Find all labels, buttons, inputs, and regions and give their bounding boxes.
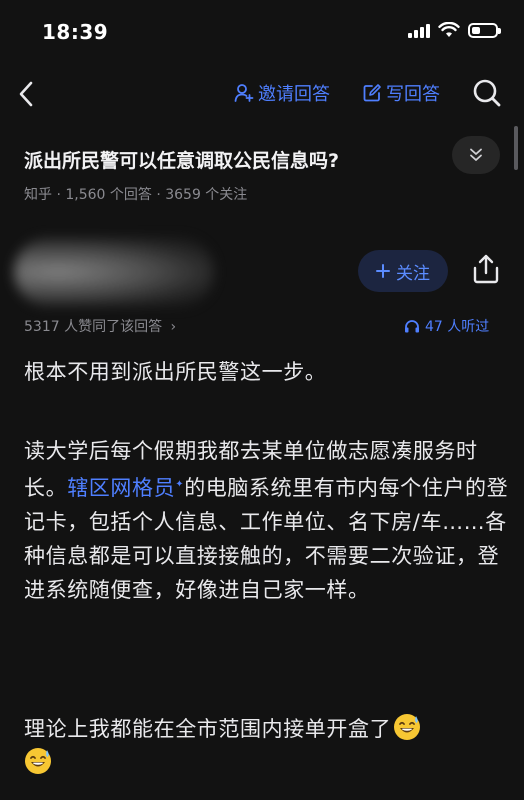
- follow-label: 关注: [396, 263, 430, 284]
- scrollbar[interactable]: [514, 126, 518, 170]
- signal-icon: [408, 22, 430, 38]
- grid-worker-link-text: 辖区网格员: [67, 476, 176, 500]
- write-answer-button[interactable]: 写回答: [362, 80, 440, 106]
- agree-count[interactable]: 5317 人赞同了该回答 ›: [24, 316, 176, 336]
- status-icons: [408, 22, 501, 38]
- author-avatar[interactable]: [14, 238, 214, 306]
- back-button[interactable]: [18, 78, 46, 110]
- share-button[interactable]: [472, 254, 502, 286]
- sweat-smile-emoji-icon: [25, 748, 51, 774]
- answer-paragraph-1: 根本不用到派出所民警这一步。: [24, 360, 327, 384]
- chevron-left-icon: [19, 81, 33, 107]
- sweat-smile-emoji-icon: [394, 714, 421, 740]
- headphones-icon: [405, 320, 419, 333]
- answer-text: 理论上我都能在全市范围内接单开盒了: [24, 717, 392, 741]
- listen-button[interactable]: 47 人听过: [404, 316, 489, 336]
- follow-button[interactable]: 关注: [358, 250, 448, 292]
- person-add-icon: [234, 84, 254, 102]
- sparkle-icon: ✦: [175, 479, 185, 490]
- wifi-icon: [438, 22, 460, 37]
- question-meta: 知乎 · 1,560 个回答 · 3659 个关注: [24, 187, 248, 203]
- agree-text: 5317 人赞同了该回答: [24, 319, 163, 335]
- write-answer-label: 写回答: [386, 84, 440, 105]
- question-title[interactable]: 派出所民警可以任意调取公民信息吗?: [24, 146, 339, 173]
- grid-worker-link[interactable]: 辖区网格员✦: [67, 476, 184, 500]
- answer-paragraph-3: 理论上我都能在全市范围内接单开盒了: [24, 712, 510, 780]
- answer-paragraph-2: 读大学后每个假期我都去某单位做志愿凑服务时长。辖区网格员✦的电脑系统里有市内每个…: [24, 434, 510, 607]
- expand-question-button[interactable]: [452, 136, 500, 174]
- status-time: 18:39: [42, 20, 109, 44]
- invite-answer-button[interactable]: 邀请回答: [234, 80, 330, 106]
- share-icon: [473, 254, 499, 284]
- plus-icon: [376, 264, 390, 278]
- search-icon: [473, 79, 501, 107]
- chevron-right-icon: ›: [170, 319, 177, 335]
- listen-text: 47 人听过: [425, 319, 490, 335]
- invite-answer-label: 邀请回答: [258, 84, 330, 105]
- chevron-double-down-icon: [470, 148, 482, 161]
- battery-icon: [468, 22, 501, 38]
- search-button[interactable]: [472, 78, 504, 110]
- edit-icon: [363, 84, 381, 102]
